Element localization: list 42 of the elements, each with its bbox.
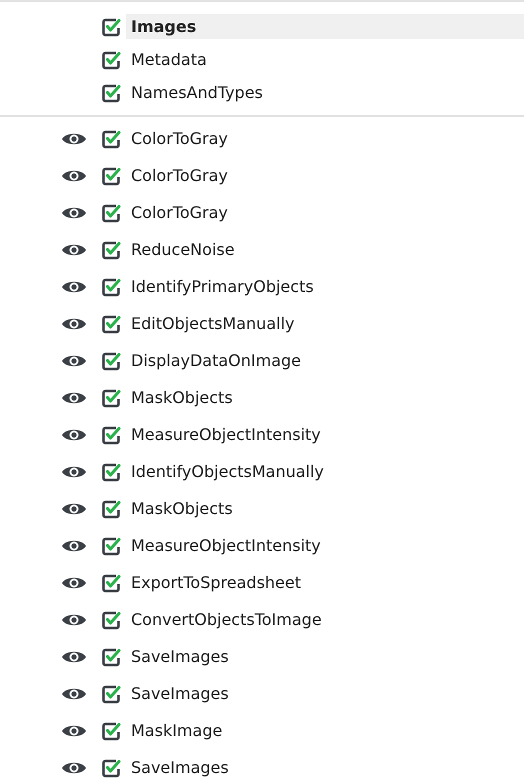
checked-checkbox-icon[interactable]	[101, 462, 121, 482]
checked-checkbox-icon[interactable]	[101, 536, 121, 556]
module-name[interactable]: MeasureObjectIntensity	[126, 422, 524, 447]
checked-checkbox-icon[interactable]	[101, 758, 121, 778]
checked-checkbox-icon[interactable]	[101, 202, 121, 222]
checked-checkbox-icon[interactable]	[101, 684, 121, 704]
module-name[interactable]: NamesAndTypes	[126, 80, 524, 105]
module-name[interactable]: ColorToGray	[126, 126, 524, 151]
module-name[interactable]: SaveImages	[126, 681, 524, 706]
checked-checkbox-icon[interactable]	[101, 16, 121, 36]
checked-checkbox-icon[interactable]	[101, 350, 121, 370]
checked-checkbox-icon[interactable]	[101, 166, 121, 186]
checked-checkbox-icon[interactable]	[101, 314, 121, 334]
checked-checkbox-icon[interactable]	[101, 610, 121, 630]
module-name[interactable]: ReduceNoise	[126, 237, 524, 262]
module-name[interactable]: ExportToSpreadsheet	[126, 570, 524, 595]
module-name[interactable]: Metadata	[126, 47, 524, 72]
checked-checkbox-icon[interactable]	[101, 128, 121, 148]
module-name[interactable]: MaskObjects	[126, 385, 524, 410]
checked-checkbox-icon[interactable]	[101, 82, 121, 102]
module-name[interactable]: MaskObjects	[126, 496, 524, 521]
module-name[interactable]: ColorToGray	[126, 200, 524, 225]
checked-checkbox-icon[interactable]	[101, 424, 121, 444]
module-name[interactable]: SaveImages	[126, 755, 524, 778]
module-name[interactable]: IdentifyPrimaryObjects	[126, 274, 524, 299]
checked-checkbox-icon[interactable]	[101, 720, 121, 740]
module-name[interactable]: EditObjectsManually	[126, 311, 524, 336]
checked-checkbox-icon[interactable]	[101, 572, 121, 592]
module-name[interactable]: ConvertObjectsToImage	[126, 607, 524, 632]
checked-checkbox-icon[interactable]	[101, 276, 121, 296]
checked-checkbox-icon[interactable]	[101, 498, 121, 518]
checked-checkbox-icon[interactable]	[101, 240, 121, 260]
module-name[interactable]: ColorToGray	[126, 163, 524, 188]
checked-checkbox-icon[interactable]	[101, 646, 121, 666]
module-name[interactable]: Images	[126, 14, 524, 39]
module-name[interactable]: MaskImage	[126, 718, 524, 743]
module-name[interactable]: DisplayDataOnImage	[126, 348, 524, 373]
checked-checkbox-icon[interactable]	[101, 388, 121, 408]
module-name[interactable]: SaveImages	[126, 644, 524, 669]
module-name[interactable]: MeasureObjectIntensity	[126, 533, 524, 558]
checked-checkbox-icon[interactable]	[101, 50, 121, 70]
module-name[interactable]: IdentifyObjectsManually	[126, 459, 524, 484]
